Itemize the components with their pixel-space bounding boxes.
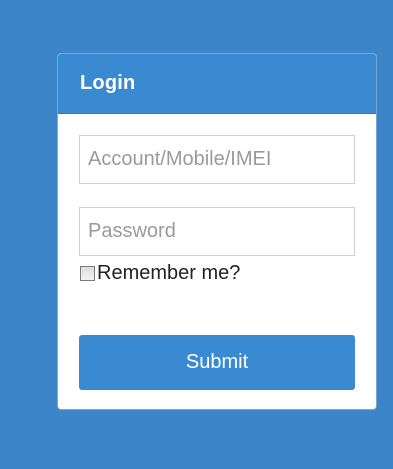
remember-me-row[interactable]: Remember me? — [80, 262, 240, 285]
submit-button[interactable]: Submit — [79, 335, 355, 390]
login-panel: Login Remember me? Submit — [57, 53, 377, 410]
login-title: Login — [80, 72, 136, 94]
remember-me-checkbox[interactable] — [80, 266, 95, 281]
password-input[interactable] — [79, 207, 355, 256]
login-panel-header: Login — [58, 54, 376, 114]
remember-me-label[interactable]: Remember me? — [97, 262, 240, 285]
account-input[interactable] — [79, 135, 355, 184]
